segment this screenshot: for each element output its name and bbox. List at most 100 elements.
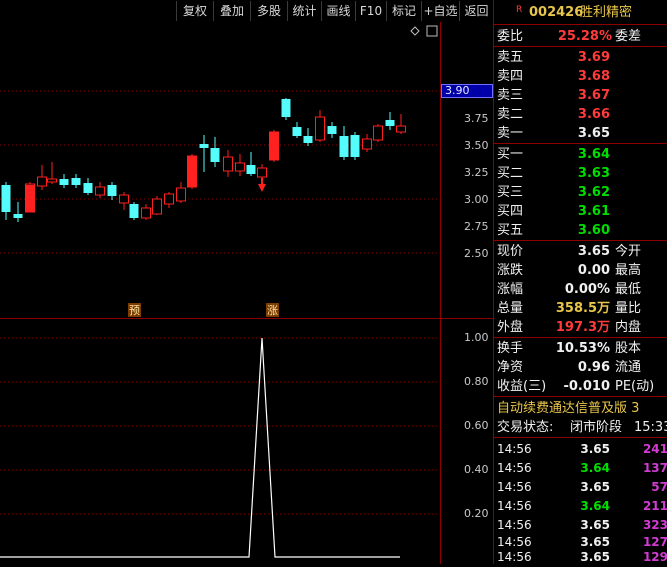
svg-text:涨: 涨	[267, 304, 278, 317]
scroll-box-icon[interactable]	[426, 25, 438, 37]
bid-label: 买四	[497, 204, 524, 219]
bid-row[interactable]: 买三 3.62	[494, 183, 667, 202]
ask-row[interactable]: 卖三 3.67	[494, 86, 667, 105]
bid-price: 3.63	[577, 166, 610, 181]
tick-volume: 137	[642, 461, 667, 475]
candle-body	[246, 165, 256, 174]
axis-tick-label: 3.75	[464, 112, 489, 125]
stock-name: 胜利精密	[580, 5, 633, 20]
bid-price: 3.62	[577, 185, 610, 200]
stock-badge: R	[516, 5, 523, 15]
ask-row[interactable]: 卖二 3.66	[494, 105, 667, 124]
restore-rights-button[interactable]: 复权	[176, 1, 213, 21]
axis-tick-label: 2.50	[464, 247, 489, 260]
candle-body	[119, 194, 129, 204]
candles	[1, 98, 406, 222]
candle-body	[83, 183, 93, 193]
candle-body	[210, 148, 220, 162]
candle-body	[235, 162, 245, 172]
quote-label: 现价	[497, 244, 524, 259]
quote-label: 涨幅	[497, 282, 524, 297]
settings-diamond-icon[interactable]	[410, 26, 420, 36]
ask-label: 卖四	[497, 69, 524, 84]
back-button[interactable]: 返回	[459, 1, 493, 21]
finance-label: 收益(三)	[497, 379, 547, 394]
quote-label2: 量比	[615, 301, 642, 316]
f10-button[interactable]: F10	[355, 1, 386, 21]
candle-body	[396, 125, 406, 133]
axis-tick-label: 3.25	[464, 166, 489, 179]
axis-tick-label: 1.00	[464, 331, 489, 344]
ask-row[interactable]: 卖五 3.69	[494, 48, 667, 67]
candle-body	[37, 176, 47, 187]
tick-row: 14:56 3.64 211	[494, 497, 667, 516]
axis-tick-label: 3.00	[464, 193, 489, 206]
renewal-notice-link[interactable]: 自动续费通达信普及版 3	[494, 399, 667, 418]
candlestick-chart[interactable]: 预 涨	[0, 22, 440, 318]
mark-button[interactable]: 标记	[386, 1, 421, 21]
tick-time: 14:56	[497, 550, 532, 564]
bid-row[interactable]: 买五 3.60	[494, 221, 667, 240]
statistics-button[interactable]: 统计	[287, 1, 321, 21]
candle-body	[1, 185, 11, 212]
quote-panel: R 002426 胜利精密 委比 25.28% 委差 卖五 3.69 卖四 3.…	[493, 0, 667, 564]
tick-volume: 57	[651, 480, 667, 494]
quote-label: 总量	[497, 301, 524, 316]
current-price-tag: 3.90	[441, 84, 493, 98]
quote-value: 197.3万	[555, 320, 610, 335]
finance-label: 换手	[497, 341, 524, 356]
commission-diff-label: 委差	[615, 29, 642, 44]
bid-label: 买二	[497, 166, 524, 181]
ask-label: 卖一	[497, 126, 524, 141]
price-axis: 3.90 3.75 3.50 3.25 3.00 2.75 2.50 1.00 …	[440, 22, 493, 564]
bid-row[interactable]: 买一 3.64	[494, 145, 667, 164]
candle-body	[176, 187, 186, 202]
bid-label: 买一	[497, 147, 524, 162]
ask-label: 卖二	[497, 107, 524, 122]
candle-body	[47, 178, 57, 183]
candle-body-solid	[187, 156, 197, 187]
bid-row[interactable]: 买四 3.61	[494, 202, 667, 221]
ask-row[interactable]: 卖一 3.65	[494, 124, 667, 143]
stock-code: 002426	[529, 5, 584, 20]
trade-status-time: 15:33	[634, 420, 667, 435]
add-favorite-button[interactable]: +自选	[421, 1, 459, 21]
bid-label: 买三	[497, 185, 524, 200]
tick-time: 14:56	[497, 499, 532, 513]
ask-label: 卖三	[497, 88, 524, 103]
bid-row[interactable]: 买二 3.63	[494, 164, 667, 183]
buy-signal-arrow-icon	[258, 178, 266, 192]
finance-label2: PE(动)	[615, 379, 655, 394]
candle-body	[281, 99, 291, 117]
candle-body	[107, 185, 117, 196]
quote-row: 外盘 197.3万 内盘	[494, 318, 667, 337]
indicator-chart[interactable]	[0, 318, 440, 564]
candle-body	[152, 198, 162, 215]
tick-price: 3.64	[580, 461, 610, 475]
quote-value: 0.00%	[564, 282, 610, 297]
quote-value: 0.00	[577, 263, 610, 278]
ask-label: 卖五	[497, 50, 524, 65]
svg-text:预: 预	[129, 304, 140, 317]
candle-body	[13, 214, 23, 218]
marker-pre: 预	[128, 303, 141, 317]
candle-body	[71, 178, 81, 185]
finance-label2: 流通	[615, 360, 642, 375]
candle-body-solid	[269, 132, 279, 160]
quote-row: 涨跌 0.00 最高	[494, 261, 667, 280]
quote-value: 3.65	[577, 244, 610, 259]
quote-label: 涨跌	[497, 263, 524, 278]
tick-row: 14:56 3.64 137	[494, 459, 667, 478]
tick-time: 14:56	[497, 480, 532, 494]
bid-price: 3.61	[577, 204, 610, 219]
overlay-button[interactable]: 叠加	[213, 1, 250, 21]
multi-stock-button[interactable]: 多股	[250, 1, 287, 21]
bid-price: 3.64	[577, 147, 610, 162]
quote-label2: 内盘	[615, 320, 642, 335]
ask-row[interactable]: 卖四 3.68	[494, 67, 667, 86]
draw-line-button[interactable]: 画线	[321, 1, 355, 21]
candle-body	[327, 126, 337, 134]
candle-body	[350, 135, 360, 157]
finance-label2: 股本	[615, 341, 642, 356]
finance-row: 净资 0.96 流通	[494, 358, 667, 377]
